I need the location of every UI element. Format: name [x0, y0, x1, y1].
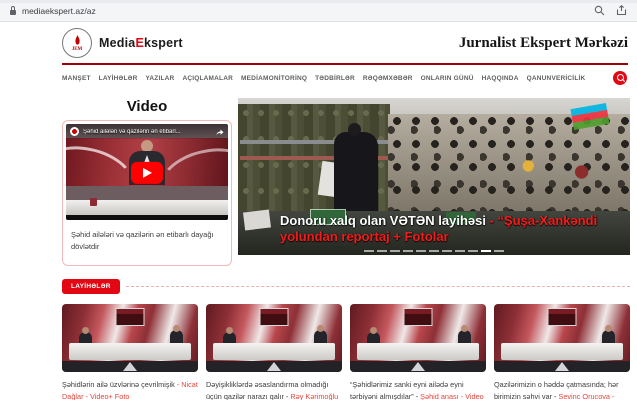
youtube-embed[interactable]: Şəhid ailələri və qazilərin ən etibarl..…	[66, 124, 228, 220]
nav-item-aciqlamalar[interactable]: AÇIQLAMALAR	[182, 75, 233, 82]
magnifier-icon[interactable]	[594, 5, 605, 16]
nav-item-manset[interactable]: MANŞET	[62, 75, 91, 82]
hero-pagination-dash[interactable]	[364, 250, 374, 252]
site-logo[interactable]: JEM MediaEkspert	[62, 28, 183, 58]
project-caption[interactable]: Dəyişikliklərdə əsaslandırma olmadığı üç…	[206, 379, 342, 400]
main-content: Video Şəhid ailələri və qazilərin ən eti…	[62, 98, 630, 266]
projects-grid: Şəhidlərin ailə üzvlərinə çevrilmişik - …	[62, 304, 630, 400]
studio-art	[116, 308, 145, 326]
hero-pagination-dash[interactable]	[468, 250, 478, 252]
brand-name: MediaEkspert	[99, 36, 183, 50]
browser-toolbar-icons	[594, 5, 627, 16]
studio-art	[501, 343, 623, 360]
hero-pagination-dash[interactable]	[403, 250, 413, 252]
studio-art	[548, 308, 577, 326]
project-thumbnail[interactable]	[494, 304, 630, 372]
hero-pagination-dash[interactable]	[377, 250, 387, 252]
nav-item-tedbirler[interactable]: TƏDBİRLƏR	[315, 75, 355, 82]
video-section-heading: Video	[62, 98, 232, 115]
search-icon	[617, 74, 624, 81]
section-divider	[126, 286, 630, 287]
hero-art	[388, 114, 630, 214]
hero-art	[243, 209, 271, 230]
studio-art	[404, 308, 433, 326]
hero-pagination-dash[interactable]	[390, 250, 400, 252]
studio-art	[123, 362, 137, 371]
hero-pagination[interactable]	[364, 250, 504, 252]
video-section: Video Şəhid ailələri və qazilərin ən eti…	[62, 98, 232, 266]
video-caption[interactable]: Şəhid ailələri və qazilərin ən etibarlı …	[66, 220, 228, 262]
nav-item-onlarin-gunu[interactable]: ONLARIN GÜNÜ	[421, 75, 474, 82]
lock-icon	[10, 10, 16, 15]
nav-item-haqqinda[interactable]: HAQQINDA	[482, 75, 519, 82]
play-button[interactable]	[131, 162, 163, 184]
projects-label-badge[interactable]: LAYİHƏLƏR	[62, 279, 120, 294]
embed-title-bar: Şəhid ailələri və qazilərin ən etibarl..…	[66, 124, 228, 139]
embed-video-title[interactable]: Şəhid ailələri və qazilərin ən etibarl..…	[83, 129, 212, 135]
jem-emblem-icon: JEM	[62, 28, 92, 58]
hero-pagination-dash[interactable]	[442, 250, 452, 252]
project-card[interactable]: Şəhidlərin ailə üzvlərinə çevrilmişik - …	[62, 304, 198, 400]
main-navigation: MANŞET LAYİHƏLƏR YAZILAR AÇIQLAMALAR MED…	[0, 65, 637, 90]
embed-share-icon[interactable]	[216, 128, 224, 136]
studio-art	[69, 343, 191, 360]
project-caption[interactable]: Şəhidlərin ailə üzvlərinə çevrilmişik - …	[62, 379, 198, 400]
site-title: Jurnalist Ekspert Mərkəzi	[459, 35, 628, 52]
project-caption[interactable]: “Şəhidlərimiz sanki eyni ailədə eyni tər…	[350, 379, 486, 400]
project-thumbnail[interactable]	[62, 304, 198, 372]
project-thumbnail[interactable]	[206, 304, 342, 372]
hero-pagination-dash[interactable]	[481, 250, 491, 252]
hero-headline[interactable]: Donoru xalq olan VƏTƏN layihəsi - “Şuşa-…	[280, 213, 608, 244]
hero-art	[334, 132, 378, 214]
nav-item-reqemxeber[interactable]: RƏQƏMXƏBƏR	[363, 75, 413, 82]
project-thumbnail[interactable]	[350, 304, 486, 372]
jem-logo-text: JEM	[72, 48, 83, 52]
video-letterbox-bar	[66, 215, 228, 220]
video-scene-art	[90, 198, 97, 206]
studio-art	[267, 362, 281, 371]
search-button[interactable]	[613, 71, 627, 85]
browser-address-bar[interactable]: mediaekspert.az/az	[0, 0, 637, 22]
site-header: JEM MediaEkspert Jurnalist Ekspert Mərkə…	[0, 22, 637, 58]
studio-art	[411, 362, 425, 371]
nav-item-mediamonitorinq[interactable]: MEDİAMONİTORİNQ	[241, 75, 307, 82]
nav-item-layiheler[interactable]: LAYİHƏLƏR	[99, 75, 138, 82]
hero-pagination-dash[interactable]	[416, 250, 426, 252]
channel-avatar-icon[interactable]	[70, 127, 79, 136]
projects-section-header: LAYİHƏLƏR	[62, 279, 630, 294]
studio-art	[213, 343, 335, 360]
studio-art	[357, 343, 479, 360]
hero-pagination-dash[interactable]	[494, 250, 504, 252]
nav-item-yazilar[interactable]: YAZILAR	[145, 75, 174, 82]
hero-pagination-dash[interactable]	[455, 250, 465, 252]
project-card[interactable]: Qazilərimizin o həddə çatmasında; hər bi…	[494, 304, 630, 400]
browser-window: mediaekspert.az/az JEM MediaEkspert Jurn…	[0, 0, 637, 400]
hero-pagination-dash[interactable]	[429, 250, 439, 252]
project-card[interactable]: “Şəhidlərimiz sanki eyni ailədə eyni tər…	[350, 304, 486, 400]
share-icon[interactable]	[616, 5, 627, 16]
project-card[interactable]: Dəyişikliklərdə əsaslandırma olmadığı üç…	[206, 304, 342, 400]
video-card[interactable]: Şəhid ailələri və qazilərin ən etibarl..…	[62, 120, 232, 266]
project-caption[interactable]: Qazilərimizin o həddə çatmasında; hər bi…	[494, 379, 630, 400]
nav-item-qanunvericilik[interactable]: QANUNVERİCİLİK	[527, 75, 586, 82]
studio-art	[260, 308, 289, 326]
url-text[interactable]: mediaekspert.az/az	[22, 6, 96, 16]
hero-carousel[interactable]: Donoru xalq olan VƏTƏN layihəsi - “Şuşa-…	[238, 98, 630, 255]
studio-art	[555, 362, 569, 371]
